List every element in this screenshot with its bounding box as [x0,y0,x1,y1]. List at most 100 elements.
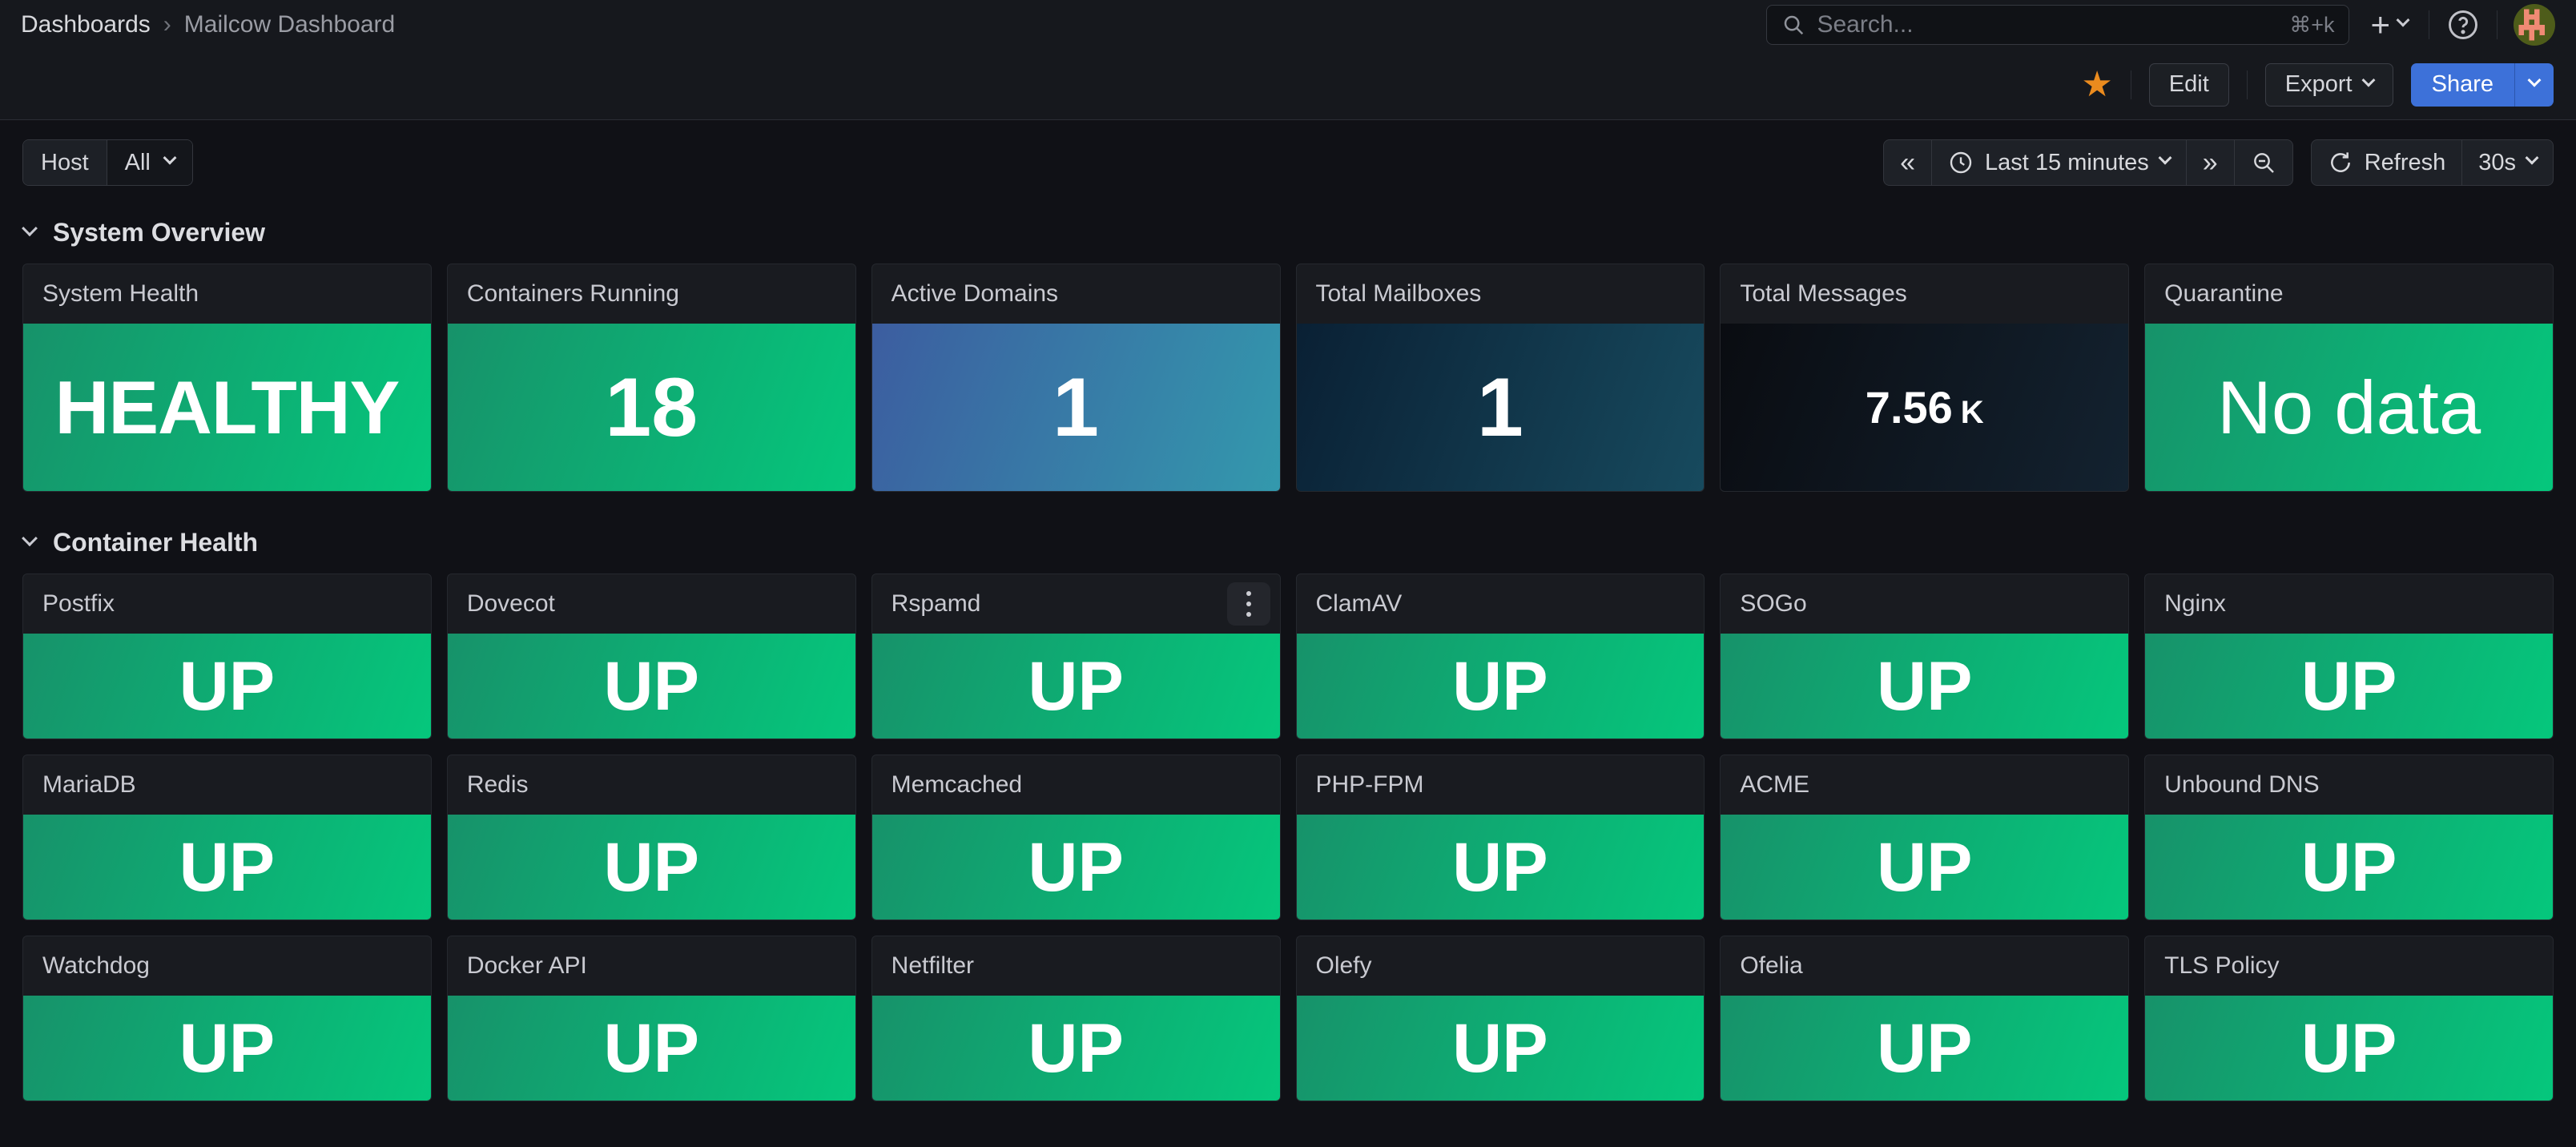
share-button[interactable]: Share [2411,63,2514,107]
zoom-out-button[interactable] [2234,140,2292,185]
panel-title[interactable]: Ofelia [1721,936,2128,996]
panel-title[interactable]: System Health [23,264,431,324]
export-button[interactable]: Export [2265,63,2393,107]
stat-value: 7.56K [1866,385,1984,430]
stat-value: UP [179,833,275,902]
panel-value-area: HEALTHY [23,324,431,491]
panel-value-area: UP [23,634,431,739]
panel-title[interactable]: TLS Policy [2145,936,2553,996]
panel-title[interactable]: Quarantine [2145,264,2553,324]
host-variable-value: All [125,150,151,176]
panel-value-area: UP [448,634,855,739]
panel-title[interactable]: Netfilter [872,936,1280,996]
container-panel-tls-policy: TLS PolicyUP [2144,936,2554,1101]
stat-value: UP [1877,833,1972,902]
breadcrumb-separator-icon: › [163,11,171,38]
panel-title[interactable]: Total Messages [1721,264,2128,324]
panel-title[interactable]: Memcached [872,755,1280,815]
share-button-group: Share [2411,63,2554,107]
panel-menu-button[interactable] [1227,582,1270,626]
container-panel-dovecot: DovecotUP [447,574,856,739]
chevron-down-icon [2397,14,2410,27]
add-new-button[interactable]: + [2365,8,2413,42]
user-avatar[interactable] [2514,4,2555,46]
divider [2497,10,2498,39]
stat-panel-total-messages: Total Messages 7.56K [1720,264,2129,492]
panel-title[interactable]: Total Mailboxes [1297,264,1705,324]
container-panel-php-fpm: PHP-FPMUP [1296,755,1705,920]
panel-value-area: 1 [872,324,1280,491]
breadcrumb-dashboards-link[interactable]: Dashboards [21,11,151,38]
stat-value: UP [1452,1014,1548,1083]
favorite-star-icon[interactable]: ★ [2081,67,2112,103]
panel-title[interactable]: ACME [1721,755,2128,815]
panel-title[interactable]: ClamAV [1297,574,1705,634]
time-shift-back-button[interactable]: « [1884,140,1931,185]
refresh-group: Refresh 30s [2311,139,2554,186]
refresh-button[interactable]: Refresh [2312,140,2462,185]
section-title: System Overview [53,218,265,248]
section-header-container-health[interactable]: Container Health [0,496,2576,574]
chevron-down-icon [163,151,176,165]
panel-value-area: UP [1297,634,1705,739]
time-picker-group: « Last 15 minutes » [1883,139,2293,186]
edit-button[interactable]: Edit [2149,63,2229,107]
panel-value-area: 7.56K [1721,324,2128,491]
section-header-system-overview[interactable]: System Overview [0,186,2576,264]
panel-title[interactable]: Active Domains [872,264,1280,324]
container-panel-watchdog: Watchdog UP [22,936,432,1101]
time-controls: « Last 15 minutes » [1883,139,2554,186]
panel-value-area: UP [2145,634,2553,739]
panel-title[interactable]: Redis [448,755,855,815]
panel-value-area: 1 [1297,324,1705,491]
panel-value-area: No data [2145,324,2553,491]
container-panel-acme: ACME UP [1720,755,2129,920]
stat-value: UP [179,652,275,721]
panel-title[interactable]: Dovecot [448,574,855,634]
container-panel-memcached: MemcachedUP [871,755,1281,920]
time-range-dropdown[interactable]: Last 15 minutes [1931,140,2186,185]
refresh-interval-value: 30s [2478,150,2516,176]
panel-value-area: UP [2145,996,2553,1101]
panel-title[interactable]: Watchdog [23,936,431,996]
container-health-grid-row2: MariaDBUPRedisUPMemcachedUPPHP-FPMUPACME… [0,755,2576,920]
stat-panel-active-domains: Active Domains1 [871,264,1281,492]
help-button[interactable] [2445,7,2481,42]
panel-title[interactable]: Postfix [23,574,431,634]
time-shift-forward-button[interactable]: » [2186,140,2234,185]
panel-title[interactable]: Docker API [448,936,855,996]
share-menu-button[interactable] [2514,63,2554,107]
stat-value: UP [604,1014,699,1083]
panel-value-area: 18 [448,324,855,491]
panel-title[interactable]: Unbound DNS [2145,755,2553,815]
host-variable-dropdown[interactable]: All [107,140,192,185]
search-input[interactable]: Search... ⌘+k [1766,5,2349,45]
panel-title[interactable]: SOGo [1721,574,2128,634]
chevron-down-icon [2158,151,2171,165]
panel-title[interactable]: Nginx [2145,574,2553,634]
panel-value-area: UP [23,815,431,920]
top-nav-right: Search... ⌘+k + [1766,4,2555,46]
section-collapse-icon [22,220,38,236]
refresh-interval-dropdown[interactable]: 30s [2461,140,2553,185]
panel-title[interactable]: Containers Running [448,264,855,324]
clock-icon [1948,150,1974,175]
search-icon [1781,13,1805,37]
panel-title[interactable]: Olefy [1297,936,1705,996]
panel-value-area: UP [872,996,1280,1101]
panel-value-area: UP [1297,815,1705,920]
dashboard-toolbar: Host All « Last 15 minutes [0,120,2576,186]
stat-value: UP [179,1014,275,1083]
breadcrumb: Dashboards › Mailcow Dashboard [21,11,395,38]
breadcrumb-current-page: Mailcow Dashboard [184,11,395,38]
container-panel-olefy: Olefy UP [1296,936,1705,1101]
stat-value: 1 [1477,366,1523,449]
stat-value: No data [2217,370,2481,445]
stat-value: 18 [605,366,698,449]
panel-title[interactable]: Rspamd [872,574,1280,634]
container-panel-ofelia: OfeliaUP [1720,936,2129,1101]
edit-button-label: Edit [2169,71,2209,98]
panel-title[interactable]: MariaDB [23,755,431,815]
share-button-label: Share [2432,71,2493,98]
panel-title[interactable]: PHP-FPM [1297,755,1705,815]
